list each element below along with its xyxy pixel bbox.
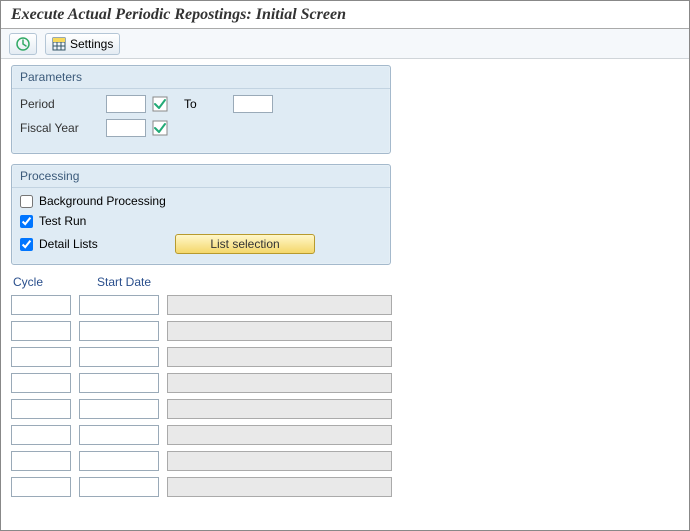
cycle-input[interactable] [11, 399, 71, 419]
cycle-input[interactable] [11, 451, 71, 471]
settings-table-icon [52, 37, 66, 51]
parameters-title: Parameters [12, 66, 390, 88]
cycle-input[interactable] [11, 295, 71, 315]
cycle-input[interactable] [11, 425, 71, 445]
processing-panel: Processing Background Processing Test Ru… [11, 164, 391, 265]
start-date-input[interactable] [79, 451, 159, 471]
execute-clock-icon [16, 37, 30, 51]
start-date-input[interactable] [79, 399, 159, 419]
table-row [11, 477, 679, 497]
fiscal-year-label: Fiscal Year [20, 121, 100, 135]
start-date-input[interactable] [79, 373, 159, 393]
cycle-input[interactable] [11, 347, 71, 367]
table-row [11, 451, 679, 471]
background-processing-checkbox[interactable] [20, 195, 33, 208]
parameters-panel: Parameters Period To Fiscal Year [11, 65, 391, 154]
table-row [11, 399, 679, 419]
period-to-input[interactable] [233, 95, 273, 113]
to-label: To [184, 97, 197, 111]
desc-display [167, 477, 392, 497]
table-rows [11, 295, 679, 497]
desc-display [167, 399, 392, 419]
table-row [11, 347, 679, 367]
cycle-input[interactable] [11, 321, 71, 341]
cycle-input[interactable] [11, 373, 71, 393]
desc-display [167, 347, 392, 367]
table-row [11, 425, 679, 445]
col-cycle: Cycle [13, 275, 73, 289]
cycle-input[interactable] [11, 477, 71, 497]
table-row [11, 321, 679, 341]
processing-title: Processing [12, 165, 390, 187]
period-label: Period [20, 97, 100, 111]
list-selection-button[interactable]: List selection [175, 234, 315, 254]
desc-display [167, 373, 392, 393]
test-run-checkbox[interactable] [20, 215, 33, 228]
table-row [11, 373, 679, 393]
background-processing-label: Background Processing [39, 194, 166, 208]
period-from-input[interactable] [106, 95, 146, 113]
start-date-input[interactable] [79, 425, 159, 445]
settings-label: Settings [70, 37, 113, 51]
execute-button[interactable] [9, 33, 37, 55]
desc-display [167, 451, 392, 471]
settings-button[interactable]: Settings [45, 33, 120, 55]
page-title-bar: Execute Actual Periodic Repostings: Init… [1, 1, 689, 29]
toolbar: Settings [1, 29, 689, 59]
desc-display [167, 425, 392, 445]
detail-lists-checkbox[interactable] [20, 238, 33, 251]
f4-help-icon[interactable] [152, 120, 168, 136]
table-row [11, 295, 679, 315]
test-run-label: Test Run [39, 214, 86, 228]
page-title: Execute Actual Periodic Repostings: Init… [11, 6, 346, 24]
start-date-input[interactable] [79, 295, 159, 315]
table-header: Cycle Start Date [13, 275, 679, 289]
desc-display [167, 295, 392, 315]
start-date-input[interactable] [79, 347, 159, 367]
fiscal-year-input[interactable] [106, 119, 146, 137]
start-date-input[interactable] [79, 321, 159, 341]
detail-lists-label: Detail Lists [39, 237, 169, 251]
desc-display [167, 321, 392, 341]
start-date-input[interactable] [79, 477, 159, 497]
col-start-date: Start Date [97, 275, 177, 289]
f4-help-icon[interactable] [152, 96, 168, 112]
